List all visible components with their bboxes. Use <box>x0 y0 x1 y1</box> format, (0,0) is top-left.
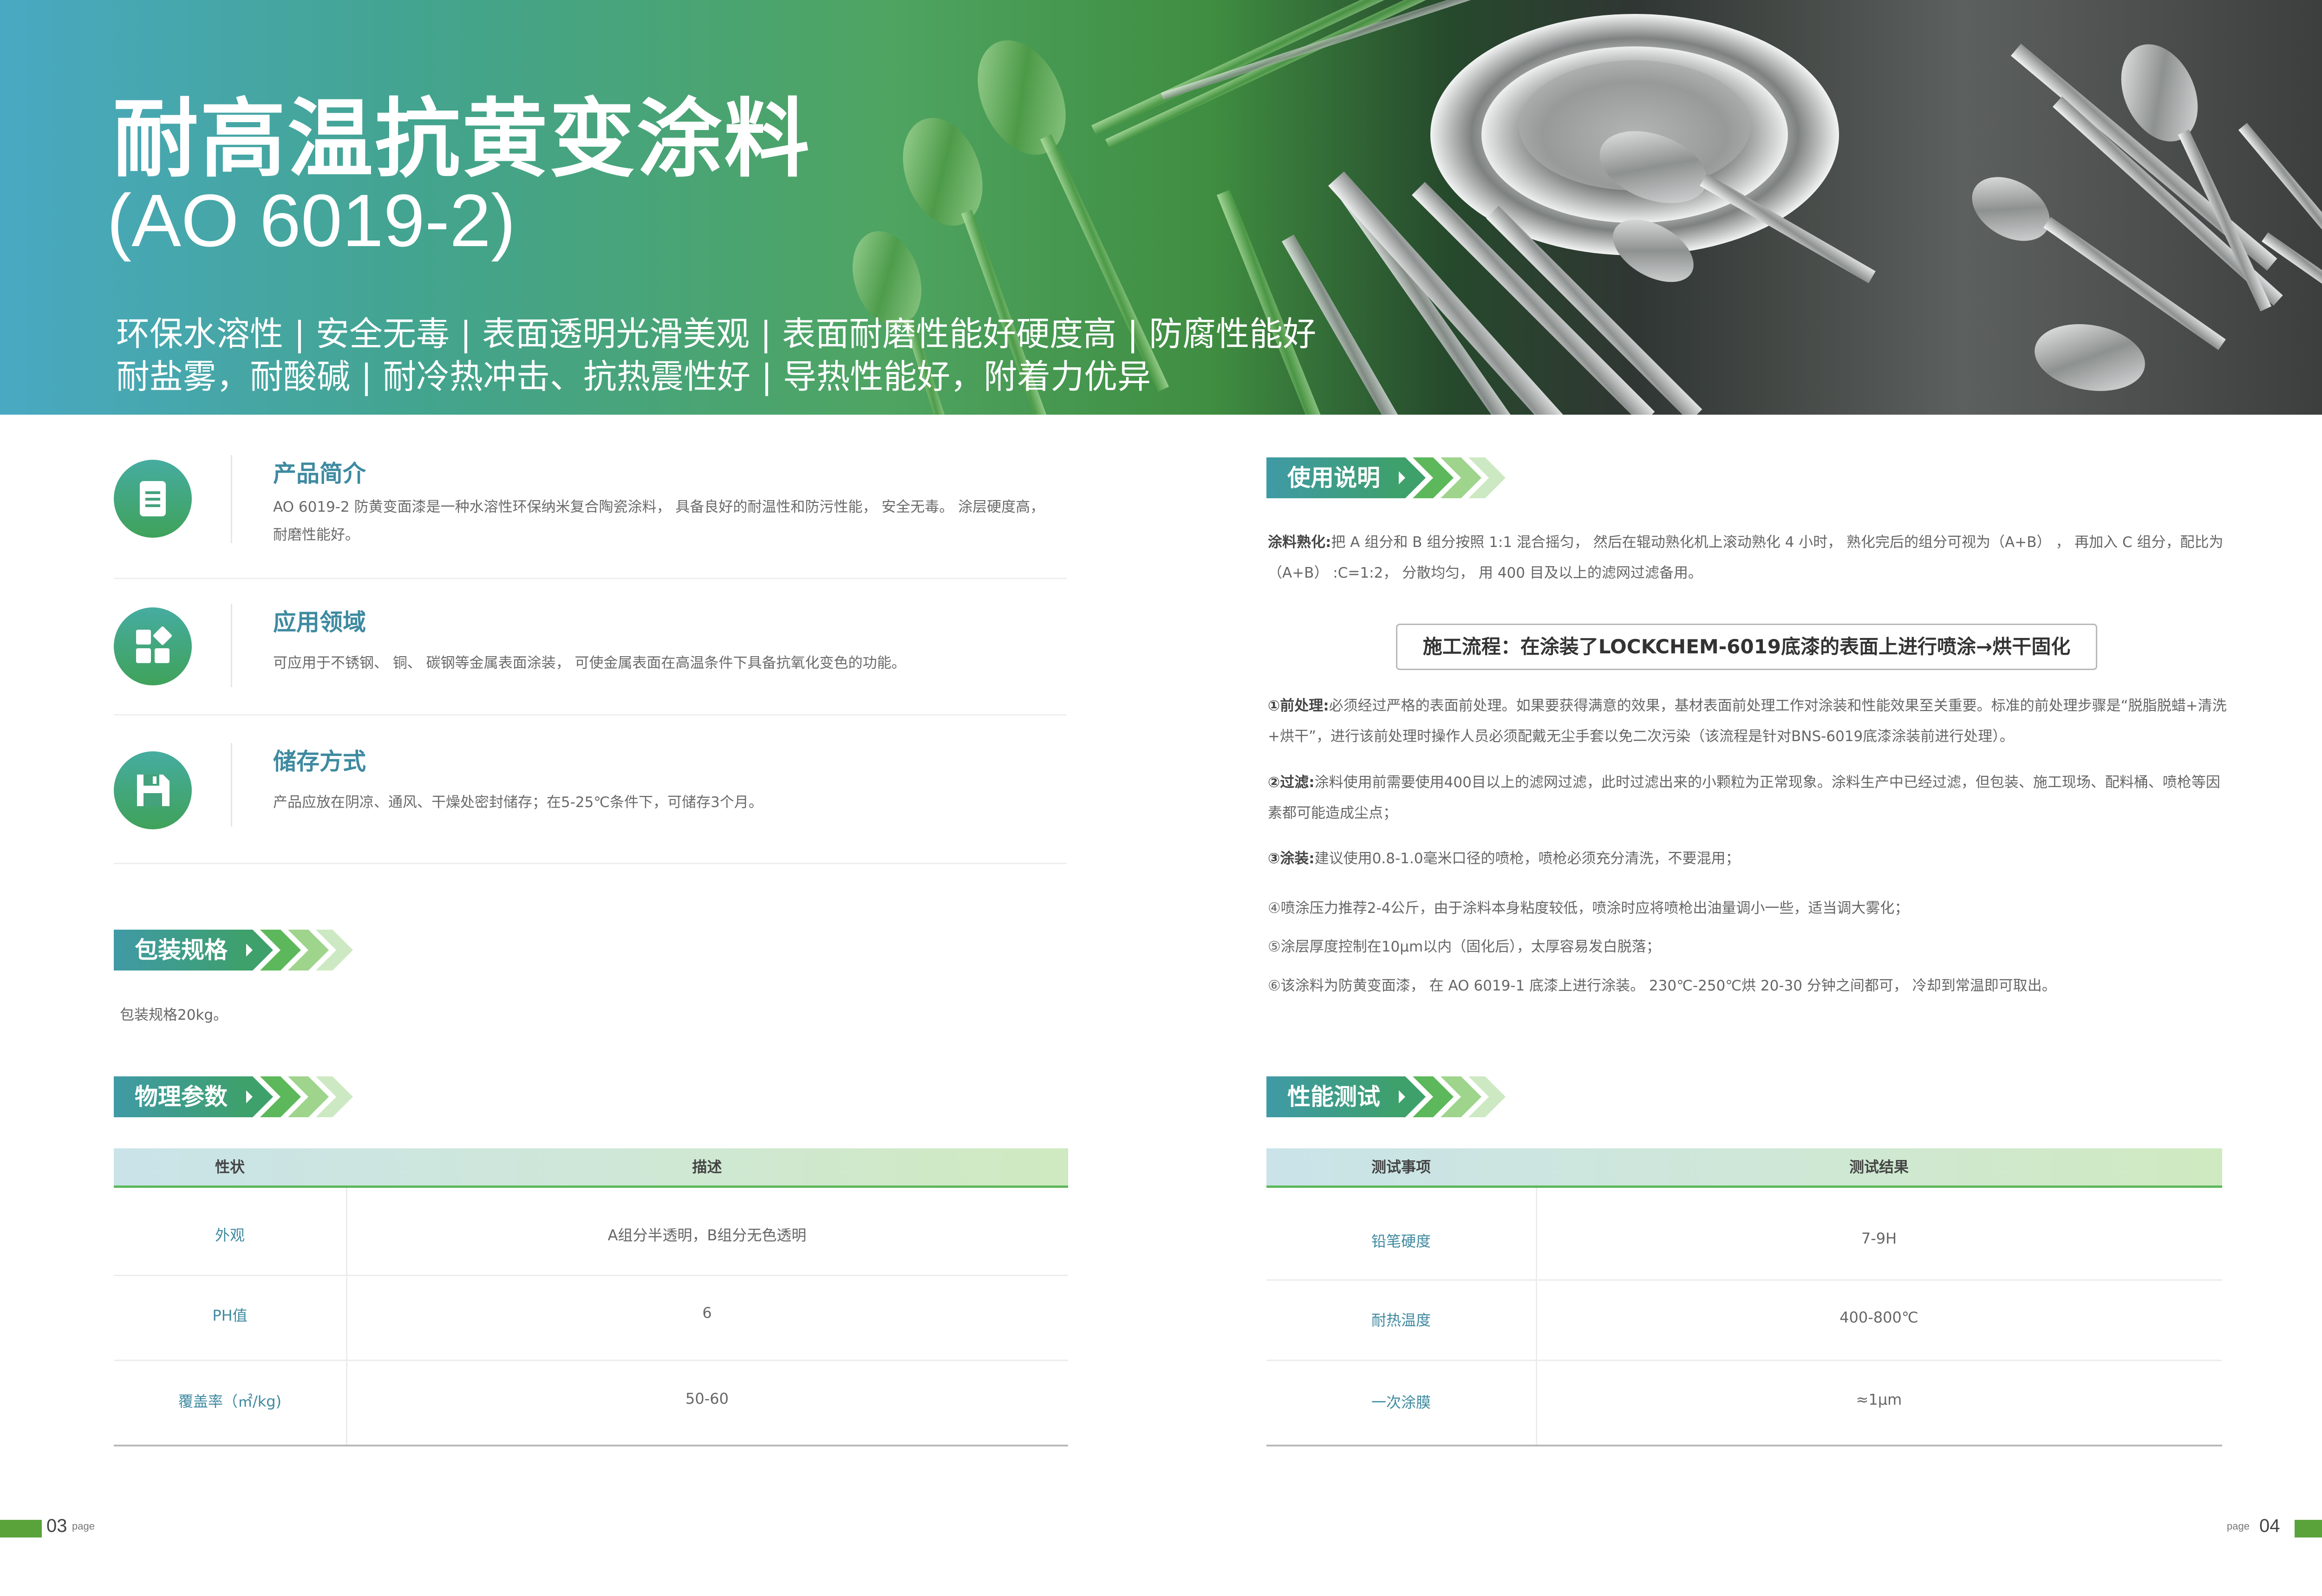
table-header-cell: 描述 <box>692 1158 722 1176</box>
physical-table: 性状 描述 外观 A组分半透明，B组分无色透明 PH值 6 覆盖率（㎡/kg) … <box>114 1148 1068 1447</box>
curing-paragraph: 涂料熟化:把 A 组分和 B 组分按照 1:1 混合摇匀， 然后在辊动熟化机上滚… <box>1268 527 2234 588</box>
table-cell-value: A组分半透明，B组分无色透明 <box>607 1226 807 1244</box>
performance-tag-label: 性能测试 <box>1266 1076 1399 1117</box>
save-icon <box>114 751 192 829</box>
packaging-tag: 包装规格 <box>114 930 355 971</box>
step-label: ①前处理: <box>1268 697 1329 714</box>
feature-line-1: 环保水溶性 | 安全无毒 | 表面透明光滑美观 | 表面耐磨性能好硬度高 | 防… <box>116 314 1317 353</box>
divider <box>231 455 232 543</box>
step-item: ⑤涂层厚度控制在10μm以内（固化后），太厚容易发白脱落； <box>1268 932 2234 962</box>
divider <box>114 1360 1068 1361</box>
table-cell-key: 耐热温度 <box>1371 1311 1431 1329</box>
step-text: ④喷涂压力推荐2-4公斤，由于涂料本身粘度较低，喷涂时应将喷枪出油量调小一些，适… <box>1268 900 1909 917</box>
step-item: ②过滤:涂料使用前需要使用400目以上的滤网过滤，此时过滤出来的小颗粒为正常现象… <box>1268 767 2234 828</box>
feature-line-2: 耐盐雾，耐酸碱 | 耐冷热冲击、抗热震性好 | 导热性能好，附着力优异 <box>116 357 1151 396</box>
table-cell-key: 外观 <box>215 1226 245 1244</box>
chevron-arrows-icon <box>232 1076 353 1117</box>
divider <box>1266 1279 2222 1281</box>
performance-tag: 性能测试 <box>1266 1076 1508 1117</box>
usage-tag-label: 使用说明 <box>1266 457 1399 498</box>
usage-tag: 使用说明 <box>1266 457 1508 498</box>
step-item: ④喷涂压力推荐2-4公斤，由于涂料本身粘度较低，喷涂时应将喷枪出油量调小一些，适… <box>1268 893 2234 924</box>
divider <box>114 1275 1068 1276</box>
table-cell-key: 覆盖率（㎡/kg) <box>178 1393 282 1410</box>
divider <box>114 863 1067 864</box>
divider <box>231 743 232 827</box>
storage-text: 产品应放在阴凉、通风、干燥处密封储存；在5-25℃条件下，可储存3个月。 <box>273 794 763 811</box>
physical-tag: 物理参数 <box>114 1076 355 1117</box>
step-text: ⑤涂层厚度控制在10μm以内（固化后），太厚容易发白脱落； <box>1268 938 1661 955</box>
chevron-arrows-icon <box>232 930 353 971</box>
performance-table: 测试事项 测试结果 铅笔硬度 7-9H 耐热温度 400-800℃ 一次涂膜 ≈… <box>1266 1148 2222 1447</box>
physical-tag-label: 物理参数 <box>114 1076 246 1117</box>
divider <box>231 604 232 687</box>
product-model: (AO 6019-2) <box>107 179 516 262</box>
intro-section: 产品简介 AO 6019-2 防黄变面漆是一种水溶性环保纳米复合陶瓷涂料， 具备… <box>114 450 1067 580</box>
table-cell-key: 一次涂膜 <box>1371 1394 1431 1411</box>
step-label: ②过滤: <box>1268 774 1315 791</box>
storage-title: 储存方式 <box>273 748 366 775</box>
chevron-arrows-icon <box>1385 1076 1506 1117</box>
step-item: ③涂装:建议使用0.8-1.0毫米口径的喷枪，喷枪必须充分清洗，不要混用； <box>1268 843 2234 874</box>
packaging-tag-label: 包装规格 <box>114 930 246 971</box>
page-marker-right <box>2295 1520 2322 1537</box>
table-header-cell: 测试事项 <box>1371 1158 1431 1176</box>
page-number-right: 04 <box>2259 1516 2280 1536</box>
application-text: 可应用于不锈钢、 铜、 碳钢等金属表面涂装， 可使金属表面在高温条件下具备抗氧化… <box>273 655 906 671</box>
table-cell-value: 7-9H <box>1861 1230 1897 1247</box>
step-label: ③涂装: <box>1268 850 1315 867</box>
packaging-text: 包装规格20kg。 <box>120 1007 228 1023</box>
step-item: ①前处理:必须经过严格的表面前处理。如果要获得满意的效果，基材表面前处理工作对涂… <box>1268 691 2234 752</box>
page-number-left: 03 <box>46 1516 67 1536</box>
grid-icon <box>114 607 192 685</box>
page-label-right: page <box>2227 1520 2250 1532</box>
hero-banner: 耐高温抗黄变涂料 (AO 6019-2) 环保水溶性 | 安全无毒 | 表面透明… <box>0 0 2322 415</box>
table-cell-value: 400-800℃ <box>1839 1309 1918 1326</box>
table-cell-key: PH值 <box>212 1307 248 1324</box>
application-section: 应用领域 可应用于不锈钢、 铜、 碳钢等金属表面涂装， 可使金属表面在高温条件下… <box>114 604 1067 715</box>
divider <box>114 578 1067 579</box>
divider <box>1266 1360 2222 1361</box>
step-text: 涂料使用前需要使用400目以上的滤网过滤，此时过滤出来的小颗粒为正常现象。涂料生… <box>1268 774 2220 821</box>
divider <box>1266 1445 2222 1446</box>
intro-text: AO 6019-2 防黄变面漆是一种水溶性环保纳米复合陶瓷涂料， 具备良好的耐温… <box>273 499 1045 543</box>
divider <box>114 1445 1068 1446</box>
page-label-left: page <box>72 1520 95 1532</box>
table-header-cell: 测试结果 <box>1849 1158 1909 1176</box>
table-cell-key: 铅笔硬度 <box>1371 1232 1431 1250</box>
intro-title: 产品简介 <box>273 460 366 487</box>
table-cell-value: 50-60 <box>685 1390 729 1407</box>
divider <box>114 714 1067 716</box>
curing-label: 涂料熟化: <box>1268 534 1331 551</box>
table-cell-value: 6 <box>702 1304 712 1322</box>
curing-text: 把 A 组分和 B 组分按照 1:1 混合摇匀， 然后在辊动熟化机上滚动熟化 4… <box>1268 534 2224 581</box>
chevron-arrows-icon <box>1385 457 1506 498</box>
page-title: 耐高温抗黄变涂料 <box>113 90 812 189</box>
table-cell-value: ≈1μm <box>1856 1391 1902 1408</box>
step-text: 必须经过严格的表面前处理。如果要获得满意的效果，基材表面前处理工作对涂装和性能效… <box>1268 697 2227 745</box>
step-text: ⑥该涂料为防黄变面漆， 在 AO 6019-1 底漆上进行涂装。 230℃-25… <box>1268 977 2056 994</box>
step-item: ⑥该涂料为防黄变面漆， 在 AO 6019-1 底漆上进行涂装。 230℃-25… <box>1268 971 2234 1001</box>
process-flow-box: 施工流程：在涂装了LOCKCHEM-6019底漆的表面上进行喷涂→烘干固化 <box>1396 624 2097 670</box>
document-icon <box>114 460 192 538</box>
application-title: 应用领域 <box>273 609 366 636</box>
page-marker-left <box>0 1520 42 1537</box>
step-text: 建议使用0.8-1.0毫米口径的喷枪，喷枪必须充分清洗，不要混用； <box>1314 850 1740 867</box>
storage-section: 储存方式 产品应放在阴凉、通风、干燥处密封储存；在5-25℃条件下，可储存3个月… <box>114 743 1067 854</box>
table-header-cell: 性状 <box>215 1158 245 1176</box>
